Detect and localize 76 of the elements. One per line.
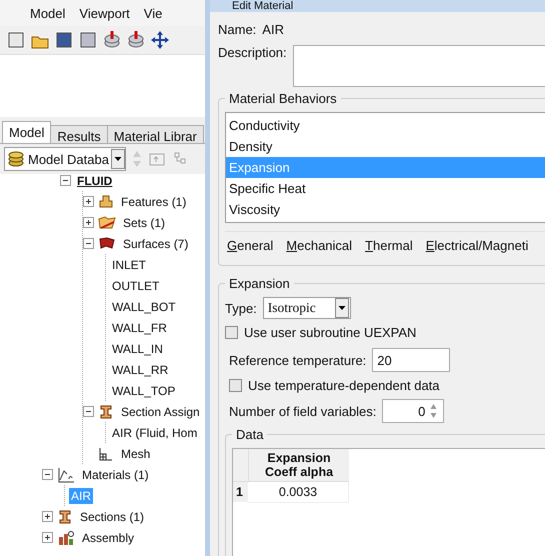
- tree-item[interactable]: Assembly: [80, 530, 136, 546]
- reference-temperature-field[interactable]: 20: [372, 348, 450, 372]
- assembly-icon: [57, 530, 75, 546]
- tree-item[interactable]: INLET: [110, 256, 148, 272]
- tree-item[interactable]: FLUID: [75, 174, 114, 188]
- expand-toggle[interactable]: [42, 469, 53, 480]
- expand-toggle[interactable]: [42, 511, 53, 522]
- expand-toggle[interactable]: [83, 196, 94, 207]
- i-beam-icon: [98, 404, 114, 420]
- database-icon: [7, 151, 25, 167]
- menu-item[interactable]: General: [227, 238, 274, 253]
- menu-item[interactable]: Mechanical: [286, 238, 352, 253]
- group-title: Material Behaviors: [228, 91, 338, 106]
- menu-item[interactable]: Thermal: [365, 238, 413, 253]
- description-label: Description:: [218, 45, 287, 60]
- i-beam-icon: [57, 508, 73, 524]
- menu-item[interactable]: Model: [30, 6, 66, 20]
- name-label: Name:: [218, 22, 256, 37]
- database-dropdown[interactable]: Model Databa: [4, 147, 126, 171]
- tree-item[interactable]: OUTLET: [110, 278, 162, 294]
- folder-icon: [98, 215, 116, 230]
- expand-toggle[interactable]: [60, 175, 71, 186]
- database-icon[interactable]: [126, 30, 146, 50]
- menu-item[interactable]: Electrical/Magneti: [426, 238, 528, 253]
- row-number: 1: [233, 482, 248, 502]
- tree-item[interactable]: WALL_BOT: [110, 298, 178, 314]
- field-variables-spinner[interactable]: 0: [382, 399, 444, 423]
- tree-item[interactable]: Materials (1): [80, 466, 151, 482]
- stamp-icon: [98, 194, 114, 209]
- caret-icon[interactable]: [110, 149, 125, 169]
- move-icon[interactable]: [150, 30, 170, 50]
- menu-item[interactable]: Vie: [144, 6, 162, 20]
- tree-item[interactable]: Section Assign: [119, 404, 202, 420]
- list-item[interactable]: Specific Heat: [226, 178, 545, 199]
- tree-item[interactable]: WALL_RR: [110, 362, 170, 378]
- mesh-icon: [98, 446, 114, 462]
- tree-item[interactable]: Surfaces (7): [121, 236, 190, 252]
- checkbox[interactable]: [225, 326, 238, 339]
- name-value: AIR: [262, 22, 284, 37]
- expand-toggle[interactable]: [83, 238, 94, 249]
- description-field[interactable]: [292, 45, 545, 87]
- tree-item[interactable]: Sections (1): [78, 508, 146, 524]
- checkbox[interactable]: [229, 379, 242, 392]
- tree-item[interactable]: WALL_IN: [110, 340, 165, 356]
- type-label: Type:: [225, 300, 257, 316]
- tree-item[interactable]: WALL_TOP: [110, 382, 178, 398]
- tab[interactable]: Model: [2, 121, 52, 143]
- tree-item[interactable]: AIR (Fluid, Hom: [110, 424, 200, 440]
- tree-item[interactable]: Sets (1): [121, 214, 168, 230]
- expand-toggle[interactable]: [83, 217, 94, 228]
- tab[interactable]: Material Librar: [106, 125, 204, 143]
- tree-item[interactable]: Mesh: [119, 446, 152, 462]
- type-dropdown[interactable]: Isotropic: [262, 297, 351, 319]
- flag-icon: [98, 236, 116, 251]
- list-item[interactable]: Viscosity: [226, 199, 545, 220]
- stress-strain-icon: [57, 466, 75, 482]
- group-title: Data: [235, 427, 264, 442]
- expand-toggle[interactable]: [83, 406, 94, 417]
- list-item[interactable]: Density: [226, 136, 545, 157]
- column-header: Expansion Coeff alpha: [249, 449, 349, 482]
- group-title: Expansion: [228, 276, 291, 291]
- tree-item[interactable]: Features (1): [119, 194, 188, 210]
- tab[interactable]: Results: [50, 125, 108, 143]
- database-icon[interactable]: [102, 30, 122, 50]
- window-title: Edit Material: [210, 0, 545, 12]
- tree-item[interactable]: WALL_FR: [110, 320, 169, 336]
- reference-temperature-label: Reference temperature:: [229, 352, 366, 368]
- expand-toggle[interactable]: [42, 532, 53, 543]
- list-item[interactable]: Conductivity: [226, 115, 545, 136]
- caret-icon[interactable]: [334, 298, 349, 318]
- checkbox-label: Use temperature-dependent data: [248, 378, 440, 393]
- table-cell[interactable]: 0.0033: [248, 482, 349, 503]
- header-corner: [233, 449, 249, 482]
- checkbox-label: Use user subroutine UEXPAN: [244, 325, 416, 340]
- menu-item[interactable]: Viewport: [79, 6, 130, 20]
- field-variables-label: Number of field variables:: [229, 404, 376, 418]
